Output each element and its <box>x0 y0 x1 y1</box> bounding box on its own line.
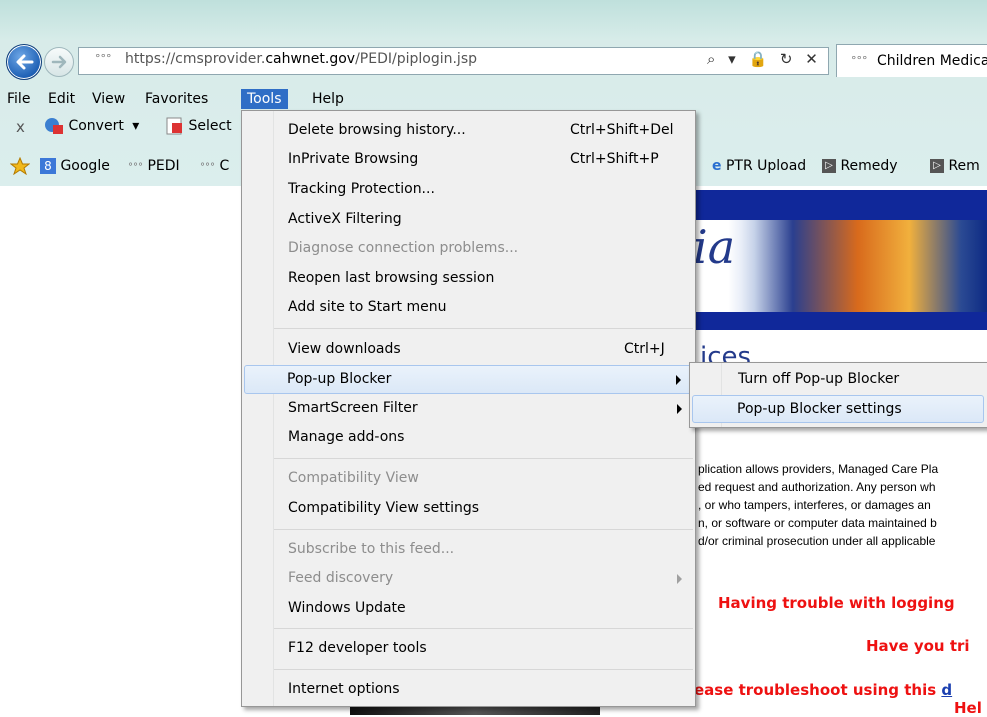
have-you-tried-text: Have you tri <box>866 637 970 655</box>
submenu-item-settings[interactable]: Pop-up Blocker settings <box>692 395 984 423</box>
address-bar[interactable]: °°° https://cmsprovider.cahwnet.gov/PEDI… <box>78 47 829 75</box>
menu-item-manage-addons[interactable]: Manage add-ons <box>244 424 693 451</box>
menu-separator <box>274 529 693 530</box>
title-bar-glass <box>0 0 987 40</box>
menu-edit[interactable]: Edit <box>42 89 81 109</box>
menu-item-compat-view[interactable]: Compatibility View <box>244 465 693 492</box>
favorite-google[interactable]: 8 Google <box>40 158 110 174</box>
browser-tab[interactable]: °°° Children Medica <box>836 44 987 77</box>
menu-favorites[interactable]: Favorites <box>139 89 214 109</box>
favorite-rem[interactable]: ▷ Rem <box>930 158 980 174</box>
menu-item-delete-history[interactable]: Delete browsing history... Ctrl+Shift+De… <box>244 117 693 144</box>
menu-item-tracking-protection[interactable]: Tracking Protection... <box>244 176 693 203</box>
address-url[interactable]: https://cmsprovider.cahwnet.gov/PEDI/pip… <box>125 51 477 67</box>
submenu-arrow-icon <box>677 574 682 584</box>
chevron-down-icon: ▾ <box>132 118 140 134</box>
favorites-star-icon[interactable] <box>9 156 31 179</box>
menu-item-internet-options[interactable]: Internet options <box>244 676 693 703</box>
forward-arrow-icon <box>51 55 67 69</box>
troubleshoot-link[interactable]: d <box>941 681 952 699</box>
tab-site-icon: °°° <box>851 54 868 67</box>
favorite-ptr-upload[interactable]: e PTR Upload <box>712 158 806 174</box>
disclaimer-text: plication allows providers, Managed Care… <box>698 462 939 548</box>
forward-button[interactable] <box>44 47 74 77</box>
trouble-logging-text: Having trouble with logging <box>718 594 955 612</box>
favorite-remedy[interactable]: ▷ Remedy <box>822 158 898 174</box>
back-arrow-icon <box>16 54 34 70</box>
menu-item-subscribe-feed[interactable]: Subscribe to this feed... <box>244 536 693 563</box>
banner-word: ia <box>693 220 736 274</box>
menu-item-activex-filtering[interactable]: ActiveX Filtering <box>244 206 693 233</box>
ie-icon: e <box>712 158 722 174</box>
menu-separator <box>274 669 693 670</box>
tools-menu: Delete browsing history... Ctrl+Shift+De… <box>241 110 696 707</box>
convert-pdf-icon <box>45 118 63 134</box>
select-icon <box>166 117 182 135</box>
menu-bar: File Edit View Favorites Tools Help <box>0 86 987 112</box>
menu-file[interactable]: File <box>1 89 36 109</box>
close-toolbar-button[interactable]: x <box>16 118 25 136</box>
address-bar-icons[interactable]: ⌕ ▾ 🔒 ↻ ✕ <box>707 50 822 68</box>
menu-item-smartscreen[interactable]: SmartScreen Filter <box>244 395 693 422</box>
menu-item-add-start[interactable]: Add site to Start menu <box>244 294 693 321</box>
menu-item-view-downloads[interactable]: View downloads Ctrl+J <box>244 336 693 363</box>
menu-help[interactable]: Help <box>306 89 350 109</box>
menu-item-reopen-session[interactable]: Reopen last browsing session <box>244 265 693 292</box>
menu-item-diagnose[interactable]: Diagnose connection problems... <box>244 235 693 262</box>
popup-blocker-submenu: Turn off Pop-up Blocker Pop-up Blocker s… <box>689 362 987 428</box>
convert-button[interactable]: Convert ▾ <box>44 117 139 135</box>
back-button[interactable] <box>6 44 42 80</box>
menu-tools[interactable]: Tools <box>241 89 288 109</box>
site-icon: °°° <box>200 162 215 173</box>
favorite-c[interactable]: °°° C <box>200 158 229 174</box>
help-text: Hel <box>954 699 982 717</box>
select-button[interactable]: Select <box>166 117 232 135</box>
submenu-item-turn-off[interactable]: Turn off Pop-up Blocker <box>692 366 984 394</box>
menu-separator <box>274 628 693 629</box>
remedy-icon: ▷ <box>930 159 944 173</box>
submenu-arrow-icon <box>677 404 682 414</box>
favorite-pedi[interactable]: °°° PEDI <box>128 158 180 174</box>
menu-item-compat-settings[interactable]: Compatibility View settings <box>244 495 693 522</box>
menu-item-feed-discovery[interactable]: Feed discovery <box>244 565 693 592</box>
menu-item-popup-blocker[interactable]: Pop-up Blocker <box>244 365 693 394</box>
menu-view[interactable]: View <box>86 89 131 109</box>
menu-item-f12-tools[interactable]: F12 developer tools <box>244 635 693 662</box>
submenu-arrow-icon <box>676 375 681 385</box>
menu-separator <box>274 458 693 459</box>
site-icon: °°° <box>128 162 143 173</box>
menu-separator <box>274 328 693 329</box>
google-icon: 8 <box>40 158 56 174</box>
menu-item-inprivate[interactable]: InPrivate Browsing Ctrl+Shift+P <box>244 146 693 173</box>
remedy-icon: ▷ <box>822 159 836 173</box>
troubleshoot-text: ease troubleshoot using this d <box>694 681 953 699</box>
menu-item-windows-update[interactable]: Windows Update <box>244 595 693 622</box>
tab-title: Children Medica <box>877 53 987 69</box>
site-icon: °°° <box>95 52 112 65</box>
